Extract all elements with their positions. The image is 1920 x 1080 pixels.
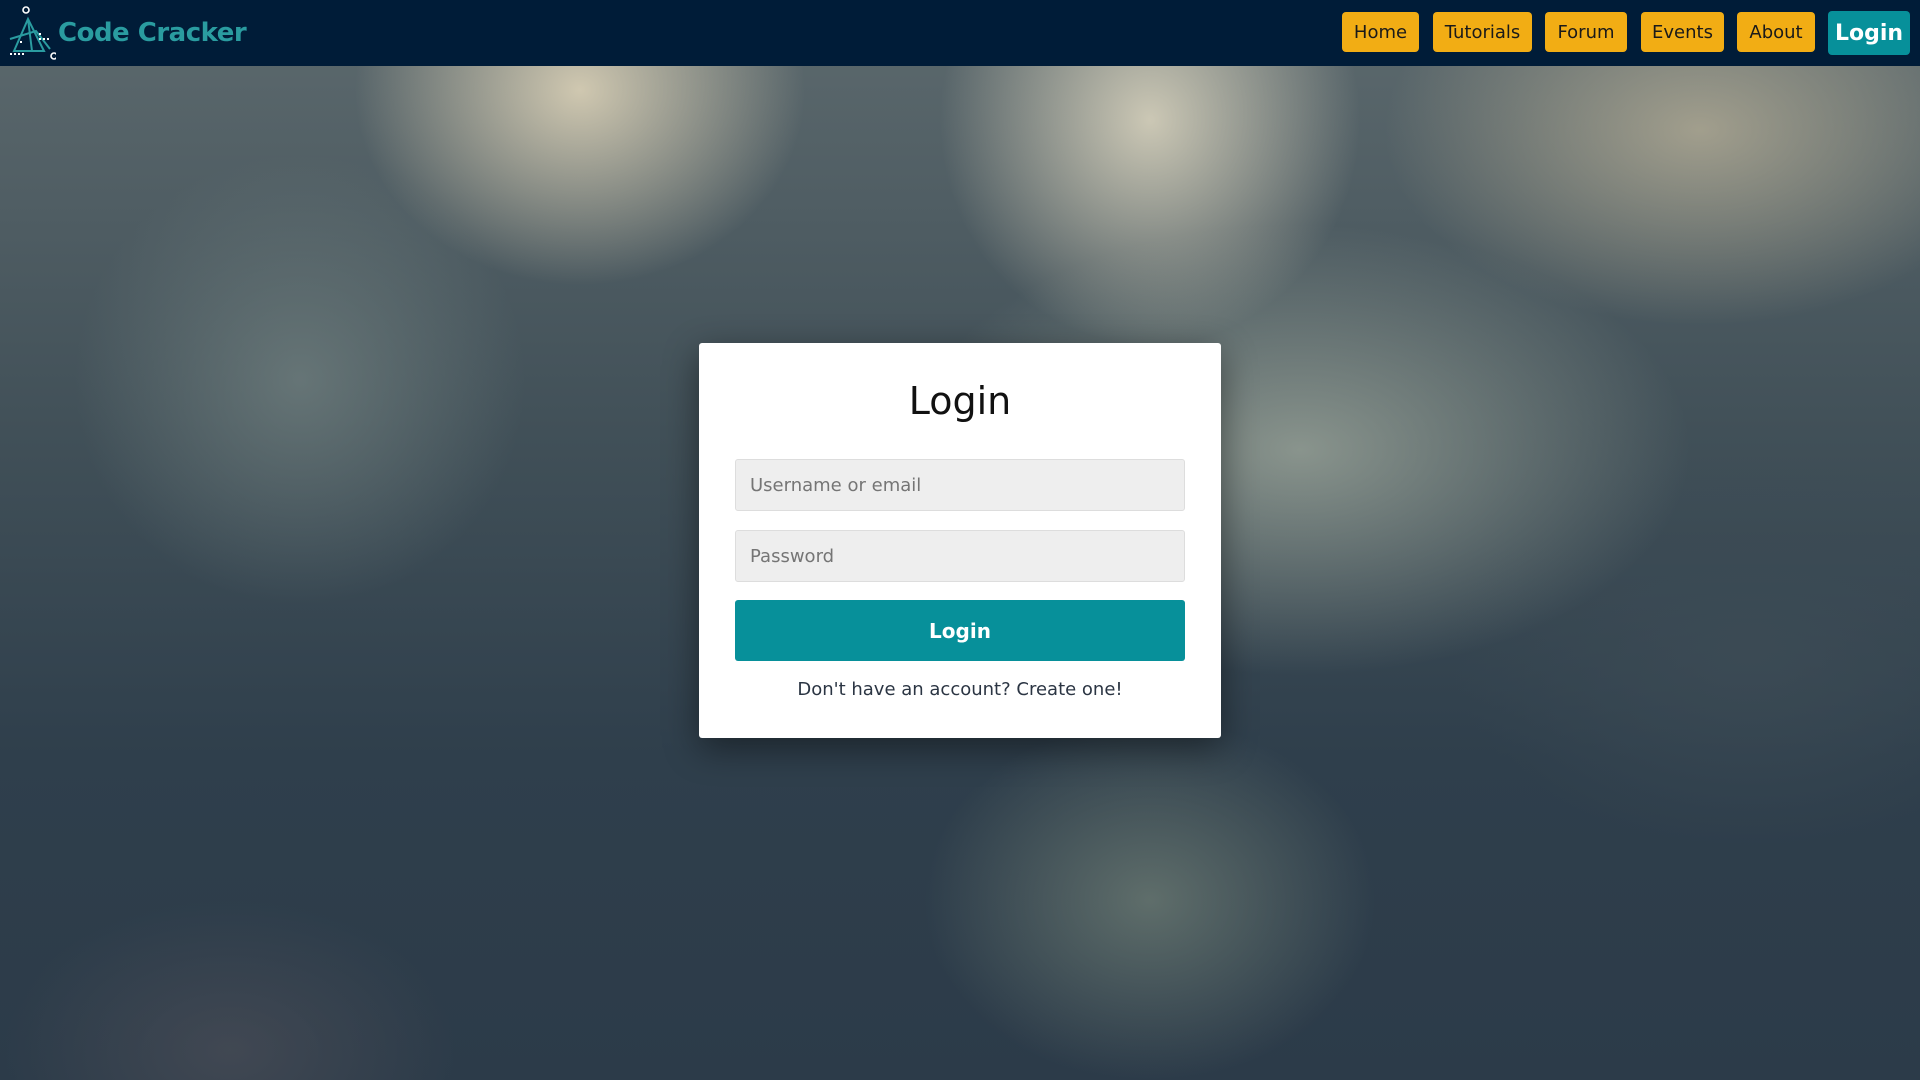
username-input[interactable] [735,459,1185,511]
code-cracker-logo-icon [9,6,56,60]
nav-about-button[interactable]: About [1737,12,1815,52]
password-input[interactable] [735,530,1185,582]
login-card: Login Login Don't have an account? Creat… [699,343,1221,738]
nav-forum-button[interactable]: Forum [1545,12,1627,52]
nav-tutorials-button[interactable]: Tutorials [1433,12,1532,52]
nav-home-button[interactable]: Home [1342,12,1419,52]
nav-events-button[interactable]: Events [1641,12,1724,52]
brand[interactable]: Code Cracker [6,4,247,62]
create-account-link[interactable]: Don't have an account? Create one! [699,679,1221,700]
top-navbar: Code Cracker Home Tutorials Forum Events… [0,0,1920,66]
nav-login-button[interactable]: Login [1828,11,1910,55]
brand-name: Code Cracker [58,18,247,48]
login-title: Login [908,379,1012,423]
login-submit-button[interactable]: Login [735,600,1185,661]
